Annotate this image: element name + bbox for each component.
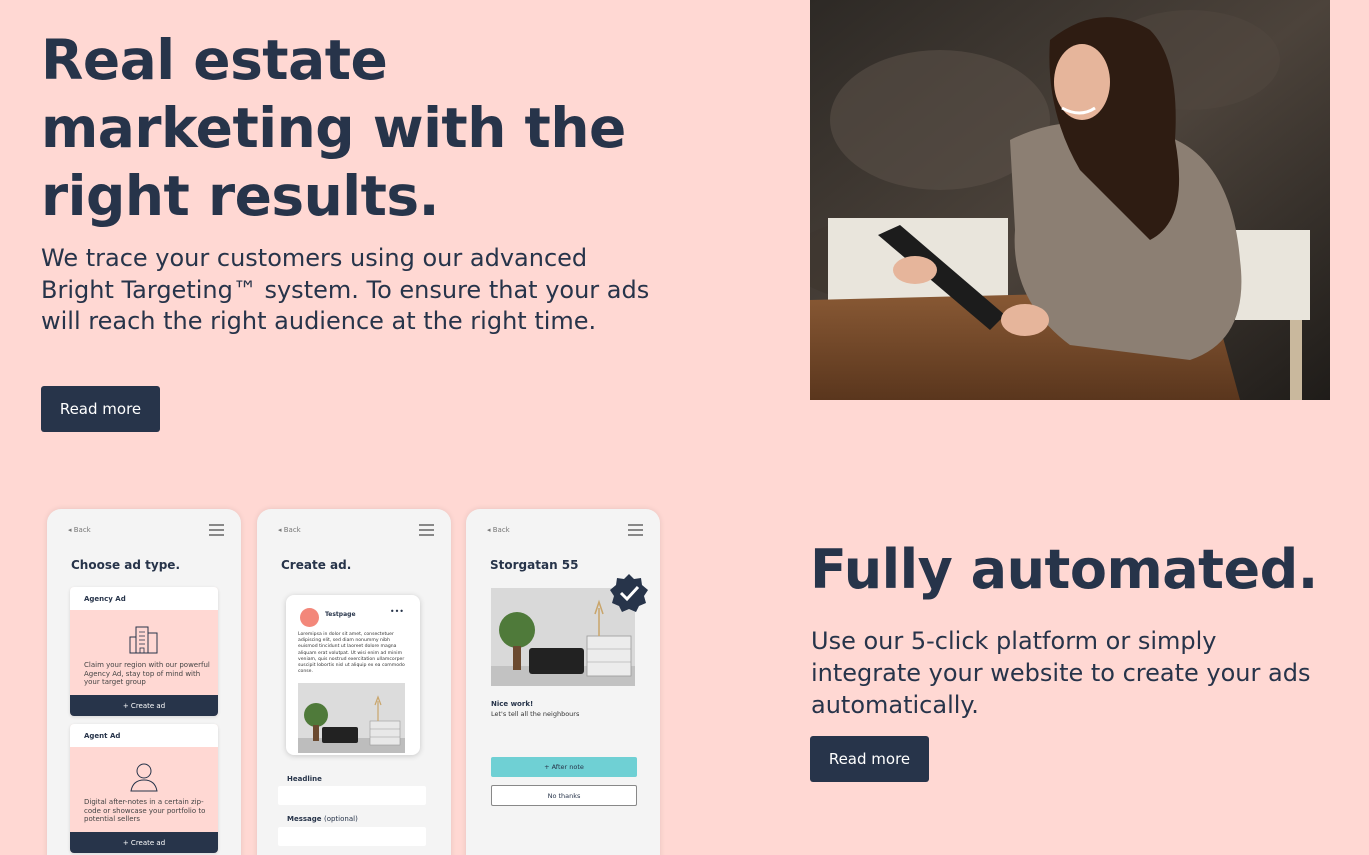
automated-title: Fully automated. — [810, 538, 1318, 601]
back-link[interactable]: ◂ Back — [278, 526, 301, 534]
phone-create-ad: ◂ Back Create ad. Testpage ••• Loremipsa… — [257, 509, 451, 855]
building-icon — [129, 626, 158, 654]
success-heading: Nice work! — [491, 700, 534, 708]
message-field[interactable] — [278, 827, 426, 846]
post-page-name: Testpage — [325, 611, 356, 618]
after-note-button[interactable]: + After note — [491, 757, 637, 777]
headline-label: Headline — [287, 775, 322, 783]
ad-preview: Testpage ••• Loremipsa in dolor sit amet… — [286, 595, 420, 755]
hamburger-menu-icon[interactable] — [628, 524, 643, 536]
hero-photo — [810, 0, 1330, 400]
post-text: Loremipsa in dolor sit amet, consectetue… — [298, 632, 405, 675]
person-icon — [130, 763, 158, 792]
automated-read-more-button[interactable]: Read more — [810, 736, 929, 782]
check-badge-icon — [610, 574, 648, 612]
hero-title: Real estate marketing with the right res… — [41, 28, 626, 228]
back-link[interactable]: ◂ Back — [487, 526, 510, 534]
phone-title: Create ad. — [281, 558, 352, 572]
avatar — [300, 608, 319, 627]
ad-card-description: Digital after-notes in a certain zip-cod… — [84, 798, 206, 823]
optional-hint: (optional) — [323, 815, 358, 823]
hero-subtitle: We trace your customers using our advanc… — [41, 244, 650, 335]
back-link[interactable]: ◂ Back — [68, 526, 91, 534]
hamburger-menu-icon[interactable] — [209, 524, 224, 536]
ad-card-description: Claim your region with our powerful Agen… — [84, 661, 210, 686]
automated-subtitle: Use our 5-click platform or simply integ… — [811, 627, 1311, 719]
ad-card-heading: Agency Ad — [70, 587, 218, 610]
message-label-text: Message — [287, 815, 322, 823]
phone-listing: ◂ Back Storgatan 55 Nice work! Let's tel… — [466, 509, 660, 855]
phone-choose-ad: ◂ Back Choose ad type. Agency Ad Claim y… — [47, 509, 241, 855]
message-label: Message (optional) — [287, 815, 358, 823]
agent-ad-card[interactable]: Agent Ad Digital after-notes in a certai… — [70, 724, 218, 853]
living-room-image — [298, 683, 405, 753]
phone-title: Choose ad type. — [71, 558, 181, 572]
success-subtitle: Let's tell all the neighbours — [491, 710, 580, 718]
no-thanks-button[interactable]: No thanks — [491, 785, 637, 806]
ad-card-heading: Agent Ad — [70, 724, 218, 747]
create-agency-ad-button[interactable]: + Create ad — [70, 695, 218, 716]
more-options-icon[interactable]: ••• — [390, 607, 404, 616]
agency-ad-card[interactable]: Agency Ad Claim your region with our pow… — [70, 587, 218, 716]
hero-read-more-button[interactable]: Read more — [41, 386, 160, 432]
phone-title: Storgatan 55 — [490, 558, 579, 572]
hamburger-menu-icon[interactable] — [419, 524, 434, 536]
headline-field[interactable] — [278, 786, 426, 805]
create-agent-ad-button[interactable]: + Create ad — [70, 832, 218, 853]
